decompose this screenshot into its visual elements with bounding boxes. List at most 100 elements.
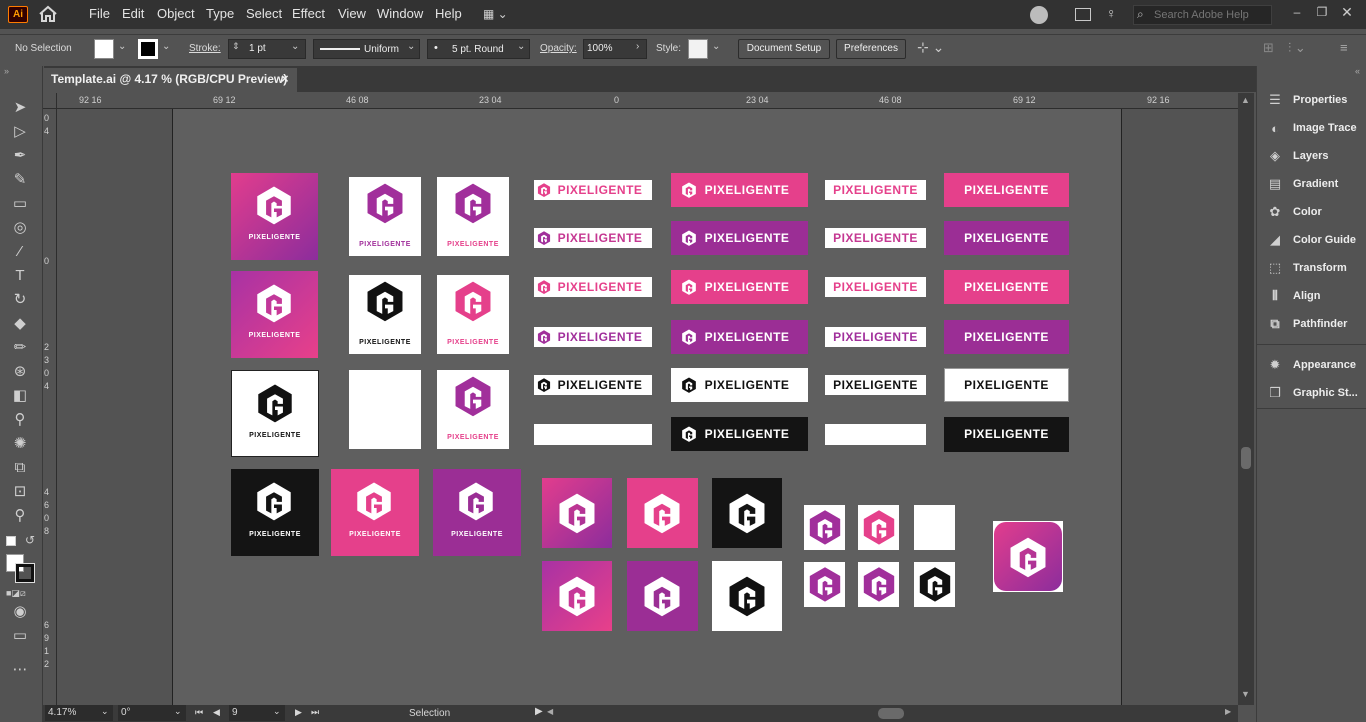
- screen-mode-icon[interactable]: ▭: [10, 626, 30, 646]
- panel-menu-icon[interactable]: ≡: [1340, 40, 1348, 55]
- icon-tile-pink[interactable]: [627, 478, 698, 548]
- wordmark-horizontal-white[interactable]: PIXELIGENTE: [534, 375, 652, 395]
- wordmark-horizontal-purple[interactable]: PIXELIGENTE: [671, 221, 808, 255]
- panel-align[interactable]: ⫴ Align: [1267, 285, 1320, 307]
- rotate-tool-icon[interactable]: ↻: [10, 290, 30, 310]
- next-artboard-icon[interactable]: ▶: [295, 707, 302, 718]
- brush-definition[interactable]: • 5 pt. Round ⌄: [427, 39, 530, 59]
- collapse-panels-icon[interactable]: «: [1355, 66, 1360, 76]
- stepper-icon[interactable]: ⇕: [232, 41, 240, 52]
- menu-help[interactable]: Help: [435, 6, 462, 21]
- document-tab[interactable]: Template.ai @ 4.17 % (RGB/CPU Preview) ×: [44, 68, 297, 92]
- quick-actions-icon[interactable]: ⊹ ⌄: [917, 39, 944, 56]
- logo-square-blank[interactable]: [349, 370, 421, 449]
- artboard-tool-icon[interactable]: ⊡: [10, 482, 30, 502]
- selection-tool-icon[interactable]: ➤: [10, 98, 30, 118]
- menu-edit[interactable]: Edit: [122, 6, 144, 21]
- wordmark-text-black[interactable]: PIXELIGENTE: [944, 417, 1069, 452]
- panel-graphic-styles[interactable]: ❒ Graphic St...: [1267, 382, 1358, 404]
- wordmark-horizontal-white[interactable]: PIXELIGENTE: [534, 228, 652, 248]
- gradient-tool-icon[interactable]: ◧: [10, 386, 30, 406]
- default-colors-icon[interactable]: [6, 536, 16, 546]
- wordmark-text-white[interactable]: PIXELIGENTE: [825, 277, 926, 297]
- menu-file[interactable]: File: [89, 6, 110, 21]
- pen-tool-icon[interactable]: ✒: [10, 146, 30, 166]
- wordmark-text-white[interactable]: PIXELIGENTE: [825, 180, 926, 200]
- artboard-field[interactable]: 9 ⌄: [229, 705, 285, 721]
- scroll-up-icon[interactable]: ▲: [1241, 95, 1250, 105]
- chevron-down-icon[interactable]: ⌄: [517, 41, 525, 52]
- panel-color[interactable]: ✿ Color: [1267, 201, 1322, 223]
- wordmark-text-blank[interactable]: [825, 424, 926, 445]
- swap-colors-icon[interactable]: ↺: [25, 533, 35, 547]
- rectangle-tool-icon[interactable]: ▭: [10, 194, 30, 214]
- chevron-down-icon[interactable]: ⌄: [407, 41, 415, 52]
- lightbulb-icon[interactable]: ♀: [1106, 5, 1120, 23]
- icon-tile-gradient[interactable]: [542, 478, 612, 548]
- logo-square-white-black[interactable]: PIXELIGENTE: [349, 275, 421, 354]
- scroll-right-icon[interactable]: ▶: [1225, 707, 1231, 716]
- warp-tool-icon[interactable]: ⊛: [10, 362, 30, 382]
- panel-layers[interactable]: ◈ Layers: [1267, 145, 1328, 167]
- direct-selection-tool-icon[interactable]: ▷: [10, 122, 30, 142]
- wordmark-text-white[interactable]: PIXELIGENTE: [944, 368, 1069, 402]
- wordmark-horizontal-white[interactable]: PIXELIGENTE: [534, 180, 652, 200]
- icon-tile-purple[interactable]: [627, 561, 698, 631]
- horizontal-scroll-thumb[interactable]: [878, 708, 904, 719]
- shape-builder-tool-icon[interactable]: ⧉: [10, 458, 30, 478]
- wordmark-horizontal-white[interactable]: PIXELIGENTE: [671, 368, 808, 402]
- last-artboard-icon[interactable]: ⏭: [311, 707, 319, 718]
- pencil-tool-icon[interactable]: ✏: [10, 338, 30, 358]
- logo-square-white-pink[interactable]: PIXELIGENTE: [437, 275, 509, 354]
- color-mode-icons[interactable]: ■◪⧄: [6, 588, 36, 598]
- chevron-down-icon[interactable]: ⌄: [291, 41, 299, 52]
- type-tool-icon[interactable]: T: [10, 266, 30, 286]
- logo-square-purple[interactable]: PIXELIGENTE: [433, 469, 521, 556]
- previous-artboard-icon[interactable]: ◀: [213, 707, 220, 718]
- scroll-down-icon[interactable]: ▼: [1241, 689, 1250, 699]
- zoom-field[interactable]: 4.17% ⌄: [45, 705, 113, 721]
- chevron-down-icon[interactable]: ⌄: [174, 706, 182, 717]
- zoom-tool-icon[interactable]: ⚲: [10, 506, 30, 526]
- arrange-documents-icon[interactable]: [1075, 8, 1091, 21]
- menu-type[interactable]: Type: [206, 6, 234, 21]
- icon-tile-black[interactable]: [712, 478, 782, 548]
- first-artboard-icon[interactable]: ⏮: [195, 707, 203, 718]
- horizontal-ruler[interactable]: 92 16 69 12 46 08 23 04 0 23 04 46 08 69…: [57, 93, 1238, 109]
- minimize-button[interactable]: –: [1288, 5, 1306, 23]
- chevron-down-icon[interactable]: ⌄: [101, 706, 109, 717]
- stroke-color-swatch[interactable]: [15, 563, 35, 583]
- document-setup-button[interactable]: Document Setup: [738, 39, 830, 59]
- search-input[interactable]: [1154, 7, 1269, 23]
- menu-select[interactable]: Select: [246, 6, 282, 21]
- opacity-label[interactable]: Opacity:: [540, 43, 577, 54]
- rotate-view-field[interactable]: 0° ⌄: [118, 705, 186, 721]
- vertical-scrollbar[interactable]: ▲ ▼: [1238, 93, 1254, 705]
- favicon-white[interactable]: [858, 505, 899, 550]
- fill-swatch[interactable]: [94, 39, 114, 59]
- logo-square-white-purple[interactable]: PIXELIGENTE: [349, 177, 421, 256]
- distribute-icon[interactable]: ⫶ ⌄: [1288, 40, 1306, 56]
- menu-view[interactable]: View: [338, 6, 366, 21]
- wordmark-horizontal-blank[interactable]: [534, 424, 652, 445]
- close-window-button[interactable]: ✕: [1338, 4, 1356, 22]
- eraser-tool-icon[interactable]: ◆: [10, 314, 30, 334]
- stroke-weight-field[interactable]: ⇕ 1 pt ⌄: [228, 39, 306, 59]
- chevron-down-icon[interactable]: ⌄: [712, 41, 720, 52]
- logo-square-white-purple[interactable]: PIXELIGENTE: [437, 370, 509, 449]
- drawing-modes-icon[interactable]: ◉: [10, 602, 30, 622]
- stroke-label[interactable]: Stroke:: [189, 43, 221, 54]
- user-icon[interactable]: [1030, 6, 1048, 24]
- wordmark-text-purple[interactable]: PIXELIGENTE: [944, 221, 1069, 255]
- style-swatch[interactable]: [688, 39, 708, 59]
- chevron-right-icon[interactable]: ›: [636, 41, 639, 52]
- logo-square-white-purple[interactable]: PIXELIGENTE: [437, 177, 509, 256]
- logo-square-gradient[interactable]: PIXELIGENTE: [231, 271, 318, 358]
- align-icon[interactable]: ⊞: [1263, 40, 1274, 56]
- logo-square-gradient[interactable]: PIXELIGENTE: [231, 173, 318, 260]
- wordmark-text-pink[interactable]: PIXELIGENTE: [944, 173, 1069, 207]
- variable-width-profile[interactable]: Uniform ⌄: [313, 39, 420, 59]
- panel-pathfinder[interactable]: ⧉ Pathfinder: [1267, 313, 1347, 335]
- vertical-ruler[interactable]: 0 4 0 2 3 0 4 4 6 0 8 6 9 1 2: [43, 109, 57, 705]
- wordmark-horizontal-pink[interactable]: PIXELIGENTE: [671, 173, 808, 207]
